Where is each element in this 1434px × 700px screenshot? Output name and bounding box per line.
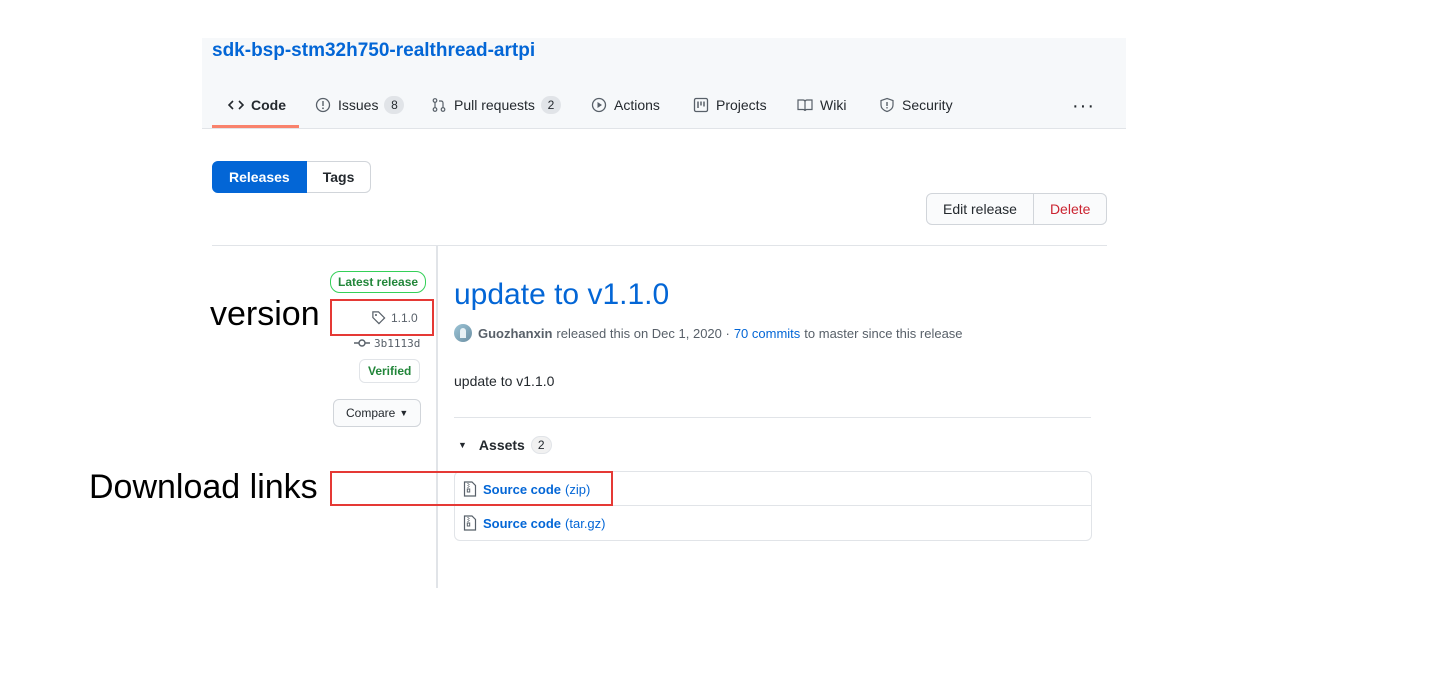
assets-toggle[interactable]: ▼ Assets 2: [454, 436, 552, 454]
release-date-text: released this on Dec 1, 2020 ·: [556, 325, 730, 341]
tab-security[interactable]: Security: [879, 94, 953, 116]
tab-issues[interactable]: Issues 8: [315, 94, 405, 116]
asset-tar-name: Source code: [483, 515, 562, 531]
book-icon: [797, 99, 813, 112]
triangle-down-icon: ▼: [458, 440, 467, 450]
release-actions: Edit release Delete: [926, 193, 1108, 225]
pull-requests-counter: 2: [540, 96, 561, 114]
version-annotation: version: [210, 295, 320, 333]
timeline-divider: [436, 246, 438, 588]
repo-title[interactable]: sdk-bsp-stm32h750-realthread-artpi: [212, 40, 535, 62]
tab-code[interactable]: Code: [228, 94, 286, 116]
release-author[interactable]: Guozhanxin: [478, 326, 552, 341]
pull-request-icon: [432, 98, 446, 112]
more-options-icon[interactable]: ···: [1072, 95, 1095, 118]
file-zip-icon: [463, 515, 477, 531]
tab-wiki-label: Wiki: [820, 97, 847, 113]
tab-security-label: Security: [902, 97, 953, 113]
commits-suffix: to master since this release: [804, 325, 963, 341]
play-icon: [591, 97, 607, 113]
tab-issues-label: Issues: [338, 97, 379, 113]
issues-counter: 8: [384, 96, 405, 114]
tab-code-label: Code: [251, 97, 286, 113]
release-divider: [212, 245, 1107, 246]
assets-label: Assets: [478, 437, 525, 453]
issue-icon: [315, 97, 331, 113]
caret-down-icon: ▼: [399, 408, 409, 418]
code-icon: [228, 100, 244, 110]
tags-button[interactable]: Tags: [306, 161, 372, 193]
commits-link[interactable]: 70 commits: [734, 326, 800, 341]
releases-button[interactable]: Releases: [212, 161, 307, 193]
tab-projects-label: Projects: [716, 97, 767, 113]
release-title[interactable]: update to v1.1.0: [454, 278, 669, 312]
release-meta: Guozhanxin released this on Dec 1, 2020 …: [454, 324, 967, 342]
active-tab-indicator: [212, 125, 299, 128]
assets-counter: 2: [530, 436, 552, 454]
tab-actions-label: Actions: [614, 97, 660, 113]
releases-tags-toggle: Releases Tags: [212, 161, 372, 193]
release-body: update to v1.1.0: [454, 373, 555, 389]
tab-pull-requests[interactable]: Pull requests 2: [431, 94, 561, 116]
release-commit[interactable]: 3b1113d: [354, 336, 420, 350]
commit-sha: 3b1113d: [374, 336, 421, 350]
tab-projects[interactable]: Projects: [693, 94, 767, 116]
shield-icon: [880, 97, 894, 113]
project-icon: [693, 97, 709, 113]
asset-source-tar-gz[interactable]: Source code (tar.gz): [463, 513, 606, 533]
delete-release-button[interactable]: Delete: [1033, 193, 1108, 225]
tab-wiki[interactable]: Wiki: [797, 94, 846, 116]
latest-release-label: Latest release: [330, 271, 427, 293]
verified-badge[interactable]: Verified: [359, 359, 421, 383]
body-divider: [454, 417, 1091, 418]
tab-actions[interactable]: Actions: [591, 94, 660, 116]
tab-pull-requests-label: Pull requests: [454, 97, 535, 113]
asset-tar-ext: (tar.gz): [565, 515, 606, 531]
download-highlight-box: [330, 471, 613, 506]
compare-button[interactable]: Compare ▼: [333, 399, 422, 427]
commit-icon: [354, 339, 370, 347]
download-annotation: Download links: [89, 468, 318, 506]
version-highlight-box: [330, 299, 434, 336]
compare-label: Compare: [346, 406, 396, 420]
header-divider: [202, 128, 1126, 129]
avatar[interactable]: [454, 324, 472, 342]
edit-release-button[interactable]: Edit release: [926, 193, 1034, 225]
